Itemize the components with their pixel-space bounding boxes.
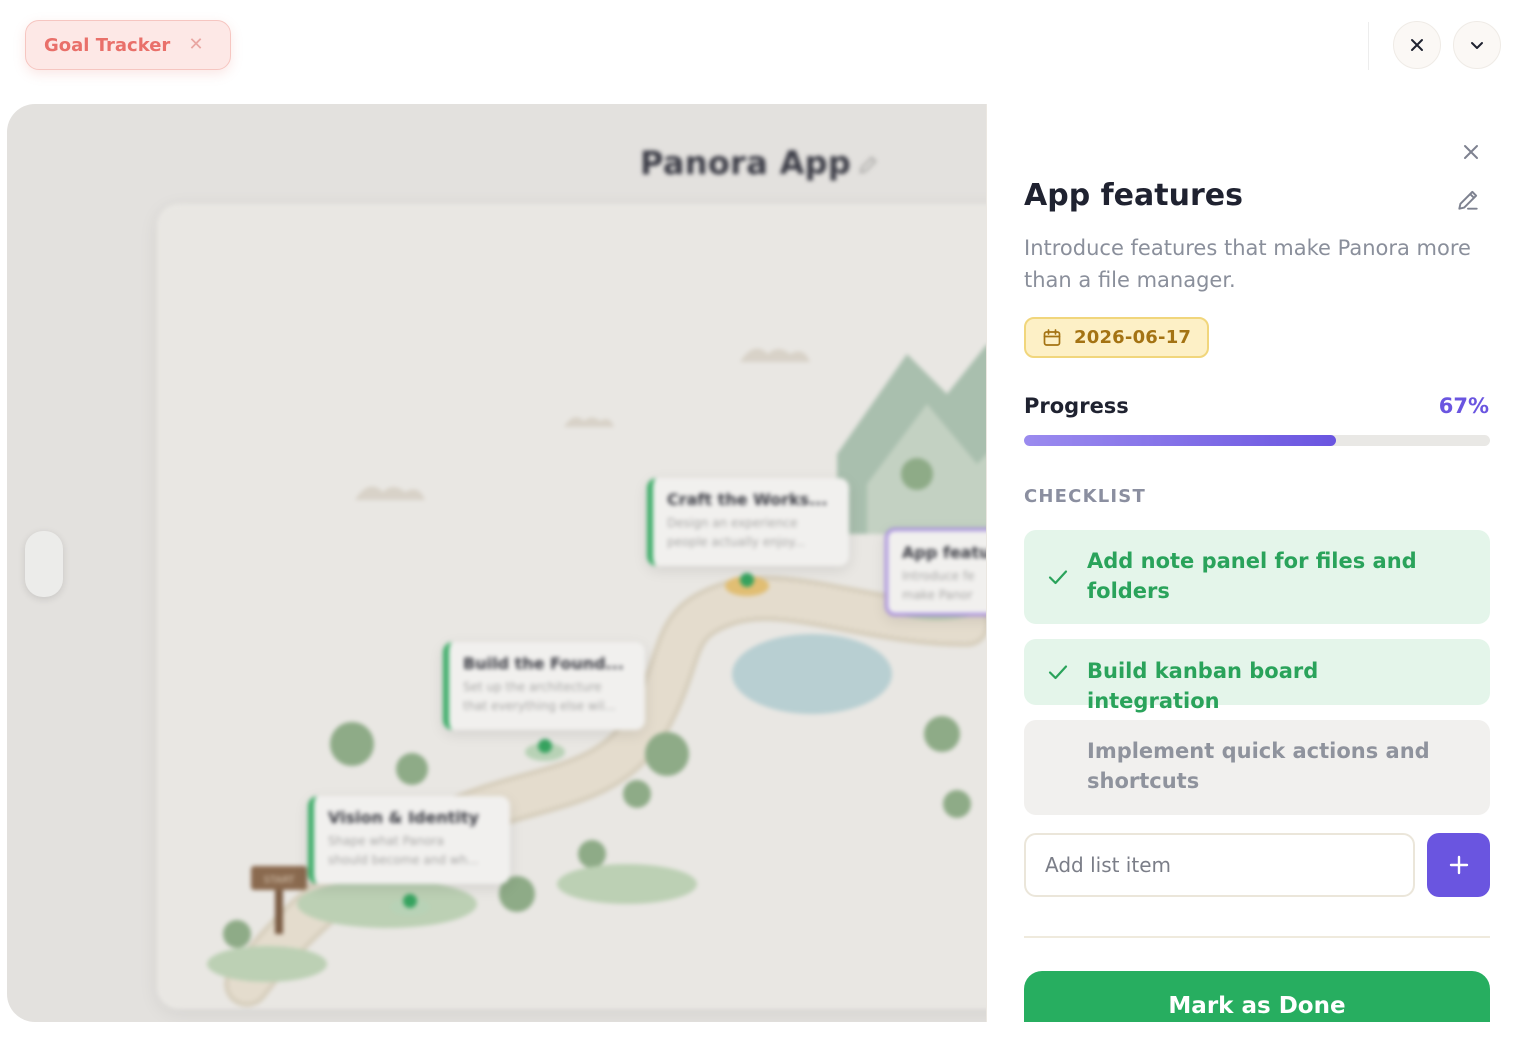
checkmark-icon: [1048, 570, 1068, 585]
due-date-badge[interactable]: 2026-06-17: [1024, 317, 1210, 358]
progress-percent: 67%: [1438, 394, 1489, 418]
tab-goal-tracker[interactable]: Goal Tracker ✕: [25, 20, 231, 70]
milestone-title: Build the Found...: [463, 654, 624, 673]
sidebar-toggle-handle[interactable]: [25, 531, 63, 597]
mark-as-done-label: Mark as Done: [1168, 993, 1346, 1019]
close-icon: [1411, 39, 1423, 51]
map-illustration: START: [207, 344, 1007, 1007]
progress-bar: [1024, 435, 1490, 446]
start-sign-label: START: [264, 875, 296, 886]
chevron-down-icon: [1471, 42, 1483, 49]
edit-pencil-icon[interactable]: [1455, 187, 1481, 213]
bottom-strip: [0, 1022, 1523, 1047]
progress-label: Progress: [1024, 394, 1129, 418]
tab-close-icon[interactable]: ✕: [188, 34, 204, 56]
due-date-text: 2026-06-17: [1074, 327, 1192, 348]
milestone-node[interactable]: Build the Found... Set up the architectu…: [443, 642, 645, 730]
roadmap-canvas: Panora App START Craft the Works... Desi…: [7, 104, 1007, 1022]
toolbar-divider: [1368, 22, 1369, 70]
checklist-item-text: Add note panel for files and folders: [1087, 549, 1417, 603]
plus-icon: [1449, 855, 1468, 875]
tab-label: Goal Tracker: [44, 34, 171, 56]
goal-title: App features: [1024, 178, 1243, 213]
add-list-item-button[interactable]: [1427, 833, 1490, 897]
checklist-item-text: Implement quick actions and shortcuts: [1087, 739, 1430, 793]
top-bar: Goal Tracker ✕: [0, 0, 1523, 104]
add-list-item-input[interactable]: [1024, 833, 1415, 897]
checklist-item-text: Build kanban board integration: [1087, 659, 1319, 713]
milestone-desc: Shape what Panora should become and wh...: [328, 834, 479, 867]
close-panel-icon[interactable]: [1459, 140, 1483, 164]
checklist-item[interactable]: Build kanban board integration: [1024, 639, 1490, 713]
goal-description: Introduce features that make Panora more…: [1024, 236, 1471, 292]
mark-as-done-button[interactable]: Mark as Done: [1024, 971, 1490, 1022]
roadmap-blur-layer: Panora App START Craft the Works... Desi…: [7, 104, 1007, 1022]
milestone-desc: Set up the architecture that everything e…: [463, 680, 616, 713]
milestone-node[interactable]: Craft the Works... Design an experience p…: [647, 478, 849, 566]
calendar-icon: [1043, 328, 1061, 346]
checklist-item[interactable]: Implement quick actions and shortcuts: [1024, 720, 1490, 815]
checklist-heading: CHECKLIST: [1024, 486, 1146, 507]
close-window-button[interactable]: [1393, 21, 1441, 69]
checkmark-icon: [1048, 665, 1068, 680]
panel-divider: [1024, 936, 1490, 938]
milestone-title: Vision & Identity: [328, 808, 479, 827]
milestone-node[interactable]: Vision & Identity Shape what Panora shoul…: [308, 796, 510, 884]
milestone-title: Craft the Works...: [667, 490, 828, 509]
checklist-item[interactable]: Add note panel for files and folders: [1024, 530, 1490, 624]
collapse-button[interactable]: [1453, 21, 1501, 69]
milestone-desc: Design an experience people actually enjo…: [667, 516, 806, 549]
progress-bar-fill: [1024, 435, 1337, 446]
goal-detail-panel: App features Introduce features that mak…: [986, 104, 1523, 1022]
